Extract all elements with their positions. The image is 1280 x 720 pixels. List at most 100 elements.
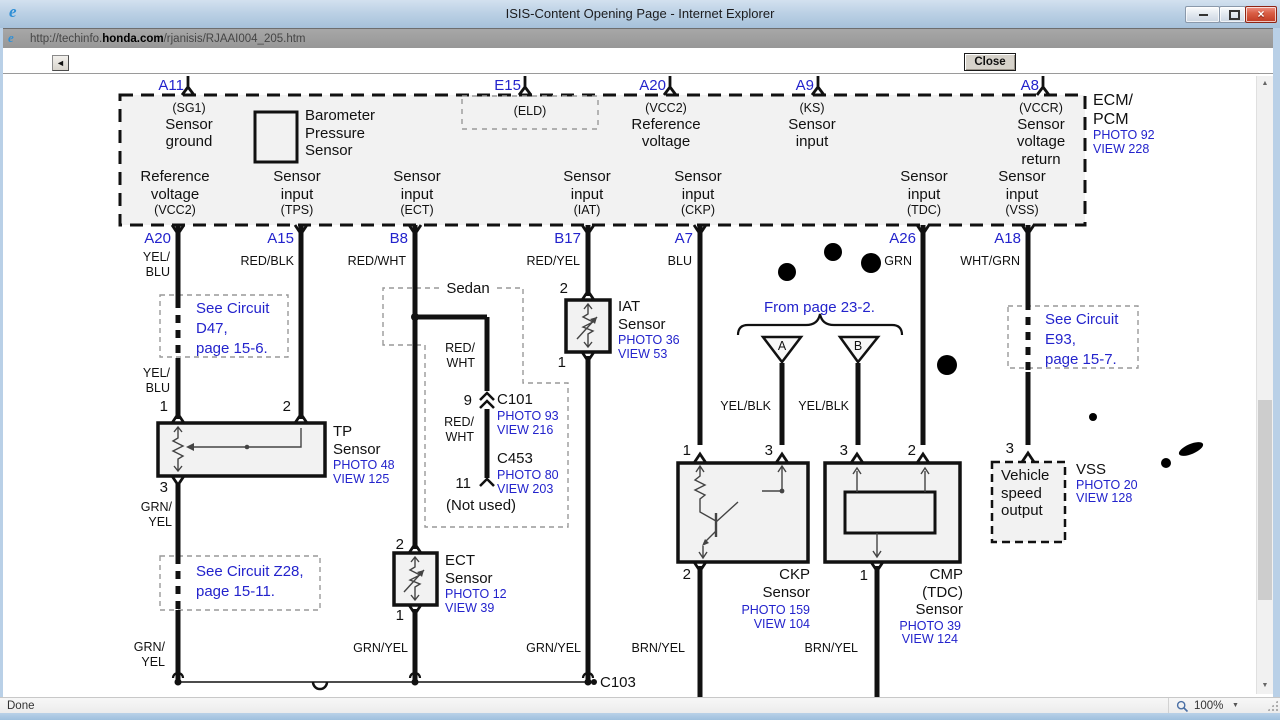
pin-11: 11: [455, 475, 471, 492]
pin-b17: B17: [554, 230, 581, 247]
url-text: http://techinfo.honda.com/rjanisis/RJAAI…: [30, 33, 306, 45]
pin-a15: A15: [267, 230, 294, 247]
eld-label: (ELD): [513, 104, 547, 118]
pin-a20-top: A20: [639, 77, 666, 94]
status-separator: [1168, 698, 1169, 713]
wire-yel-blu-2: YEL/ BLU: [142, 366, 170, 395]
tp-name: TP Sensor: [333, 423, 381, 458]
sedan-label: Sedan: [442, 280, 494, 298]
vss-pin-3: 3: [1005, 440, 1014, 457]
c453-view-link[interactable]: VIEW 203: [497, 482, 553, 497]
maximize-icon: [1228, 10, 1240, 20]
cmp-arrows-icon: [852, 466, 930, 559]
c103-label: C103: [600, 674, 636, 691]
tp-pin-1: 1: [159, 398, 168, 415]
c101-chevron-icon: [479, 391, 495, 409]
resize-grip[interactable]: [1267, 700, 1278, 711]
ecm-out-ref: Reference voltage (VCC2): [140, 168, 210, 218]
close-page-button[interactable]: Close: [964, 53, 1016, 71]
ecm-out-vss: Sensor input (VSS): [998, 168, 1046, 218]
pin-a26: A26: [889, 230, 916, 247]
ecm-box: [118, 93, 1087, 227]
window-close-button[interactable]: ×: [1245, 6, 1277, 23]
d47-note-box: [159, 294, 289, 358]
pin-9: 9: [463, 392, 472, 409]
window-title: ISIS-Content Opening Page - Internet Exp…: [505, 6, 775, 21]
ckp-pin-1: 1: [682, 442, 691, 459]
ground-bus: [171, 671, 597, 691]
pin-a20: A20: [144, 230, 171, 247]
ckp-view-link[interactable]: VIEW 104: [754, 617, 810, 632]
symbol-fills: [186, 317, 785, 577]
window-border-bottom: [0, 713, 1280, 720]
iat-name: IAT Sensor: [618, 298, 666, 333]
internal-symbols: [171, 302, 930, 602]
ect-thermistor-icon: [403, 555, 425, 602]
url-path: /rjanisis/RJAAI004_205.htm: [163, 33, 306, 45]
ckp-transistor-icon: [693, 464, 787, 560]
ect-sensor-box: [392, 551, 439, 607]
wire-red-wht-2b: RED/ WHT: [444, 415, 474, 444]
wire-grn-yel-a: GRN/ YEL: [140, 500, 172, 529]
wire-wht-grn: WHT/GRN: [960, 254, 1020, 268]
iat-photo-link[interactable]: PHOTO 36: [618, 333, 680, 348]
tp-view-link[interactable]: VIEW 125: [333, 472, 389, 487]
vss-view-link[interactable]: VIEW 128: [1076, 491, 1132, 506]
ecm-out-ect: Sensor input (ECT): [393, 168, 441, 218]
wire-grn-yel-c: GRN/YEL: [353, 641, 408, 655]
wire-red-wht-2a: RED/ WHT: [445, 341, 475, 370]
vcc2-label: (VCC2) Reference voltage: [631, 101, 701, 151]
barometer-sensor-box: [253, 110, 299, 164]
zoom-level: 100%: [1194, 700, 1224, 712]
wire-red-wht: RED/WHT: [347, 254, 406, 268]
grommet-icon: [311, 681, 329, 691]
ecm-out-tps: Sensor input (TPS): [273, 168, 321, 218]
ecm-out-tdc: Sensor input (TDC): [900, 168, 948, 218]
iat-thermistor-icon: [576, 302, 598, 349]
pin-a7: A7: [674, 230, 693, 247]
window-border-right: [1273, 28, 1280, 713]
c453-chevron-icon: [479, 477, 495, 487]
ks-label: (KS) Sensor input: [788, 101, 836, 151]
terminals: [170, 76, 1051, 617]
triangle-a-label: A: [777, 339, 787, 353]
wire-yel-blu: YEL/ BLU: [142, 250, 170, 279]
ect-pin-1: 1: [395, 607, 404, 624]
c453-photo-link[interactable]: PHOTO 80: [497, 468, 559, 483]
pin-b8: B8: [389, 230, 408, 247]
vss-box: [990, 460, 1067, 544]
vccr-label: (VCCR) Sensor voltage return: [1016, 101, 1066, 168]
ecm-view-link[interactable]: VIEW 228: [1093, 142, 1149, 157]
ckp-pin-2: 2: [682, 566, 691, 583]
tp-photo-link[interactable]: PHOTO 48: [333, 458, 395, 473]
back-button[interactable]: ◄: [52, 55, 69, 71]
tp-sensor-box: [156, 421, 327, 478]
zoom-control[interactable]: 100% ▼: [1176, 699, 1252, 713]
wire-brn-yel-a: BRN/YEL: [631, 641, 686, 655]
scrollbar-thumb[interactable]: [1258, 400, 1272, 600]
ckp-photo-link[interactable]: PHOTO 159: [741, 603, 810, 618]
scroll-up-icon[interactable]: ▲: [1257, 76, 1273, 92]
address-bar[interactable]: e http://techinfo.honda.com/rjanisis/RJA…: [0, 28, 1280, 48]
ecm-photo-link[interactable]: PHOTO 92: [1093, 128, 1155, 143]
c101-view-link[interactable]: VIEW 216: [497, 423, 553, 438]
cmp-pin-2: 2: [907, 442, 916, 459]
ect-view-link[interactable]: VIEW 39: [445, 601, 494, 616]
vertical-scrollbar[interactable]: ▲ ▼: [1256, 76, 1273, 694]
ect-photo-link[interactable]: PHOTO 12: [445, 587, 507, 602]
tp-pin-3: 3: [159, 479, 168, 496]
note-d47: See Circuit D47, page 15-6.: [196, 300, 270, 357]
cmp-view-link[interactable]: VIEW 124: [902, 632, 958, 647]
sg1-label: (SG1) Sensor ground: [165, 101, 213, 151]
pin-e15: E15: [494, 77, 521, 94]
scroll-down-icon[interactable]: ▼: [1257, 678, 1273, 694]
iat-view-link[interactable]: VIEW 53: [618, 347, 667, 362]
zoom-icon: [1176, 700, 1189, 713]
maximize-button[interactable]: [1219, 6, 1246, 23]
triangle-b-icon: [837, 335, 881, 365]
wiring-diagram: A11 E15 A20 A9 A8 (SG1) Sensor ground Bar…: [0, 0, 1280, 720]
wire-grn-yel-b: GRN/ YEL: [133, 640, 165, 669]
ecm-name: ECM/ PCM: [1093, 92, 1133, 128]
minimize-button[interactable]: [1185, 6, 1220, 23]
c101-photo-link[interactable]: PHOTO 93: [497, 409, 559, 424]
